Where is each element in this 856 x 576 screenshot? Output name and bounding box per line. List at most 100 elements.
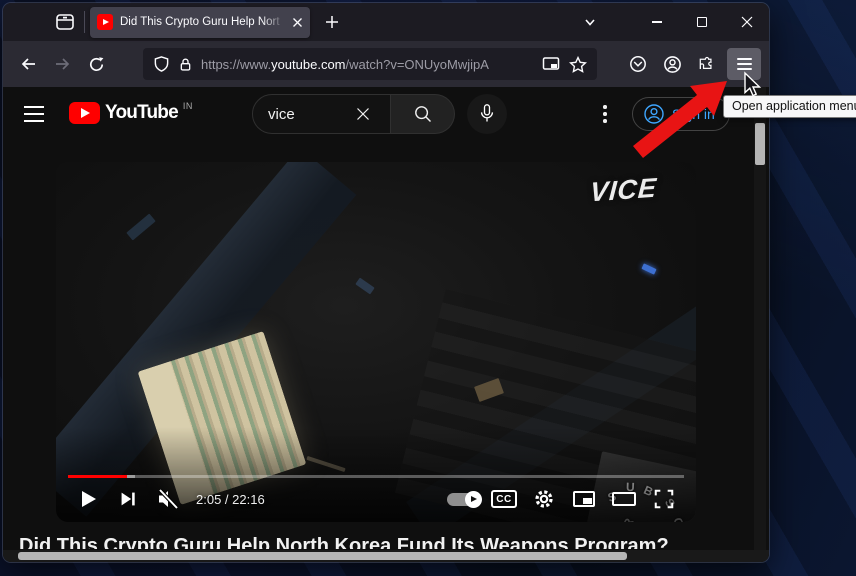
mute-button[interactable] (148, 480, 188, 518)
tab-separator (84, 11, 85, 33)
reload-icon (88, 56, 105, 73)
puzzle-piece-icon (697, 55, 715, 73)
tracking-protection-shield-icon (153, 55, 170, 73)
list-all-tabs-button[interactable] (574, 7, 606, 37)
maximize-button[interactable] (679, 3, 724, 41)
video-frame-light (126, 214, 155, 241)
account-icon (663, 55, 682, 74)
next-icon (117, 488, 139, 510)
account-button[interactable] (655, 48, 689, 80)
plus-icon (325, 15, 339, 29)
progress-remaining (135, 475, 684, 479)
kebab-menu-icon (603, 105, 607, 109)
browser-tab[interactable]: Did This Crypto Guru Help Nort (90, 7, 310, 38)
subtitles-button[interactable]: CC (484, 480, 524, 518)
sign-in-person-icon (643, 103, 665, 125)
url-text: https://www.youtube.com/watch?v=ONUyoMwj… (201, 57, 534, 72)
search-field[interactable] (252, 94, 391, 134)
youtube-logo[interactable]: YouTube IN (69, 102, 193, 124)
desktop: { "browser": { "tab": { "title": "Did Th… (0, 0, 856, 576)
nav-toolbar: https://www.youtube.com/watch?v=ONUyoMwj… (3, 41, 769, 87)
video-frame: VICE S U B S C R I B E (56, 162, 696, 522)
player-right-controls: CC (444, 480, 684, 518)
search-button[interactable] (391, 94, 455, 134)
horizontal-scrollbar-thumb[interactable] (18, 552, 627, 560)
miniplayer-icon (573, 491, 595, 507)
firefox-view-icon (55, 13, 75, 31)
titlebar: Did This Crypto Guru Help Nort (3, 3, 769, 41)
youtube-header: YouTube IN (3, 87, 769, 141)
application-menu-button[interactable] (727, 48, 761, 80)
next-button[interactable] (108, 480, 148, 518)
search-input[interactable] (268, 106, 346, 123)
video-title-clipped: Did This Crypto Guru Help North Korea Fu… (19, 535, 741, 549)
cc-icon: CC (491, 490, 517, 508)
minimize-icon (652, 21, 662, 22)
extensions-button[interactable] (689, 48, 723, 80)
forward-button[interactable] (45, 48, 79, 80)
autoplay-toggle[interactable] (444, 480, 484, 518)
search-clear-button[interactable] (346, 97, 380, 131)
video-frame-light (641, 263, 656, 274)
fullscreen-icon (653, 488, 675, 510)
clear-x-icon (355, 106, 371, 122)
horizontal-scrollbar[interactable] (3, 550, 769, 562)
url-bar[interactable]: https://www.youtube.com/watch?v=ONUyoMwj… (143, 48, 597, 80)
miniplayer-button[interactable] (564, 480, 604, 518)
tab-title: Did This Crypto Guru Help Nort (120, 16, 285, 28)
browser-window: Did This Crypto Guru Help Nort (3, 3, 769, 562)
url-domain: youtube.com (271, 57, 345, 72)
play-button[interactable] (68, 480, 108, 518)
url-path: /watch?v=ONUyoMwjipA (346, 57, 489, 72)
firefox-view-button[interactable] (49, 7, 81, 37)
tooltip: Open application menu (723, 95, 856, 118)
progress-buffer (127, 475, 135, 479)
youtube-page: YouTube IN (3, 87, 769, 562)
bookmark-star-icon[interactable] (569, 56, 587, 73)
lock-icon (178, 56, 193, 73)
play-icon (75, 486, 101, 512)
url-prefix: https://www. (201, 57, 271, 72)
progress-bar[interactable] (68, 475, 684, 479)
new-tab-button[interactable] (316, 7, 348, 37)
player-controls: 2:05 / 22:16 CC (68, 480, 684, 518)
reload-button[interactable] (79, 48, 113, 80)
minimize-button[interactable] (634, 3, 679, 41)
pocket-button[interactable] (621, 48, 655, 80)
fullscreen-button[interactable] (644, 480, 684, 518)
vice-watermark: VICE (589, 173, 658, 209)
theater-icon (612, 492, 636, 506)
tab-close-button[interactable] (292, 17, 303, 28)
voice-search-button[interactable] (467, 94, 507, 134)
pocket-icon (629, 55, 647, 73)
search-icon (413, 104, 433, 124)
settings-button[interactable] (524, 480, 564, 518)
chevron-down-icon (583, 15, 597, 29)
close-button[interactable] (724, 3, 769, 41)
video-player[interactable]: VICE S U B S C R I B E (56, 162, 696, 522)
back-button[interactable] (11, 48, 45, 80)
youtube-wordmark: YouTube (105, 102, 178, 124)
vertical-scrollbar[interactable] (754, 87, 766, 550)
maximize-icon (697, 17, 707, 27)
picture-in-picture-icon[interactable] (542, 56, 561, 72)
sign-in-button[interactable]: Sign in (632, 97, 730, 131)
youtube-country-code: IN (183, 101, 193, 111)
close-icon (741, 16, 753, 28)
microphone-icon (477, 103, 497, 125)
vertical-scrollbar-thumb[interactable] (755, 123, 765, 165)
forward-arrow-icon (54, 56, 71, 72)
back-arrow-icon (20, 56, 37, 72)
video-frame-light (355, 278, 374, 295)
hamburger-icon (24, 106, 44, 108)
search-area (252, 94, 455, 134)
hamburger-icon (737, 58, 752, 60)
youtube-guide-button[interactable] (24, 101, 50, 127)
sign-in-label: Sign in (672, 106, 715, 122)
youtube-settings-menu-button[interactable] (593, 100, 617, 128)
youtube-favicon-icon (97, 14, 113, 30)
autoplay-icon (447, 493, 481, 506)
gear-icon (533, 488, 555, 510)
theater-mode-button[interactable] (604, 480, 644, 518)
youtube-play-icon (69, 102, 100, 124)
